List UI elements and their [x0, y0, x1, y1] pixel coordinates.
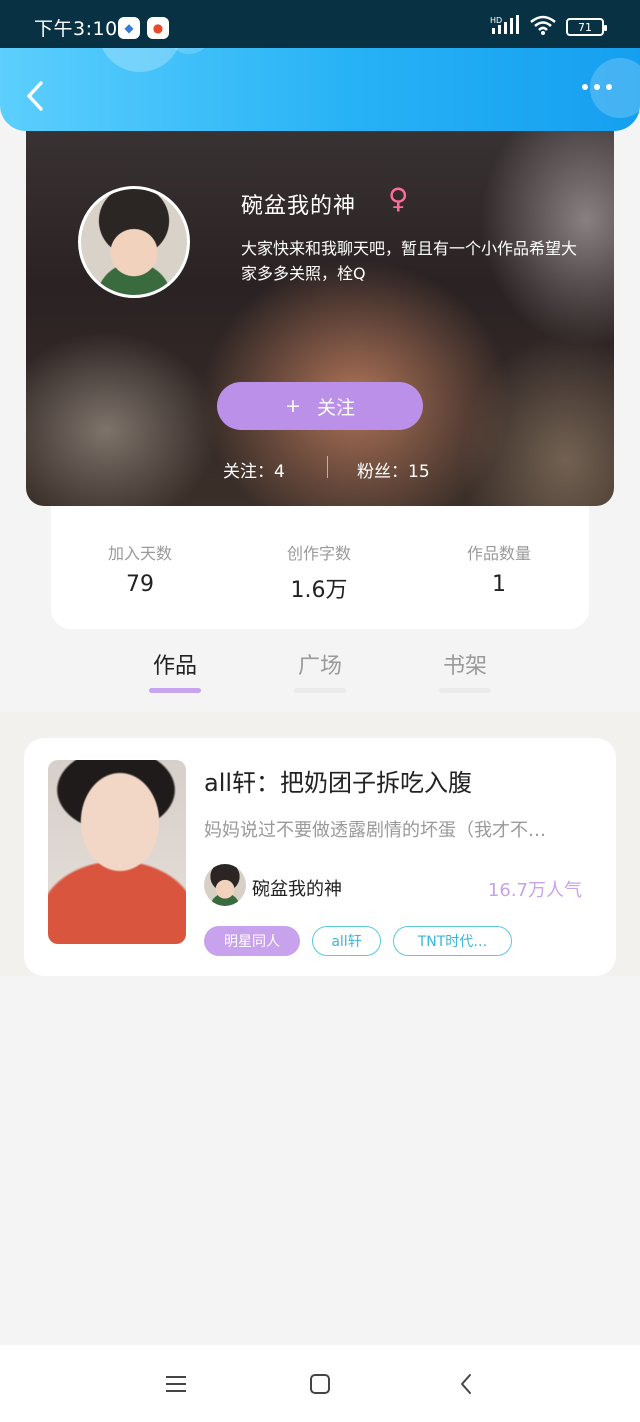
stat-label: 作品数量 [466, 544, 531, 563]
tab-bar: 作品 广场 书架 [0, 630, 640, 712]
app-notification-icon: ● [147, 17, 169, 39]
tag-chip[interactable]: all轩 [312, 926, 381, 956]
top-header [0, 48, 640, 131]
status-bar: 下午3:10 ◆ ● HD 71 [0, 0, 640, 48]
home-button[interactable] [304, 1368, 336, 1400]
following-count[interactable]: 关注：4 [223, 457, 285, 482]
plus-icon: + [285, 395, 301, 417]
app-notification-icon: ◆ [118, 17, 140, 39]
status-indicators: HD 71 [490, 15, 607, 39]
tab-square[interactable]: 广场 [275, 648, 365, 680]
stat-value: 1.6万 [290, 578, 348, 603]
chevron-left-icon [461, 1374, 471, 1394]
chevron-left-icon [27, 81, 43, 111]
system-nav-bar [0, 1345, 640, 1422]
stat-word-count: 创作字数 1.6万 [249, 540, 389, 604]
divider [327, 456, 328, 478]
user-bio: 大家快来和我聊天吧，暂且有一个小作品希望大家多多关照，栓Q [241, 239, 578, 283]
decorative-bubble [98, 48, 182, 72]
tag-chip[interactable]: TNT时代… [393, 926, 512, 956]
profile-hero: 碗盆我的神 ♀ 大家快来和我聊天吧，暂且有一个小作品希望大家多多关照，栓Q + … [26, 100, 614, 506]
battery-icon: 71 [566, 18, 607, 36]
author-name: 碗盆我的神 [252, 879, 342, 900]
square-icon [310, 1374, 330, 1394]
more-options-button[interactable] [582, 84, 612, 90]
more-dot [594, 84, 600, 90]
author-avatar [204, 864, 246, 906]
stat-works-count: 作品数量 1 [429, 540, 569, 597]
wifi-icon [530, 15, 556, 39]
system-back-button[interactable] [450, 1368, 482, 1400]
work-cover-image [48, 760, 186, 944]
work-description: 妈妈说过不要做透露剧情的坏蛋（我才不… [204, 820, 546, 841]
stat-value: 1 [492, 572, 506, 597]
network-type-label: HD [490, 16, 502, 25]
more-dot [606, 84, 612, 90]
stat-label: 创作字数 [286, 544, 351, 563]
work-title: all轩：把奶团子拆吃入腹 [204, 769, 473, 797]
follow-button-label: 关注 [316, 396, 355, 419]
more-dot [582, 84, 588, 90]
user-name: 碗盆我的神 [241, 194, 357, 219]
stat-label: 加入天数 [107, 544, 172, 563]
list-item[interactable]: all轩：把奶团子拆吃入腹 妈妈说过不要做透露剧情的坏蛋（我才不… 碗盆我的神 … [24, 738, 616, 976]
tab-indicator-active [149, 688, 201, 693]
signal-icon: HD [490, 15, 520, 39]
tab-indicator [294, 688, 346, 693]
recent-apps-button[interactable] [160, 1368, 192, 1400]
female-icon: ♀ [388, 182, 409, 215]
avatar[interactable] [78, 186, 190, 298]
tab-works[interactable]: 作品 [130, 648, 220, 680]
tab-indicator [439, 688, 491, 693]
stats-card: 加入天数 79 创作字数 1.6万 作品数量 1 [51, 490, 589, 629]
menu-icon [166, 1376, 186, 1392]
tab-bookshelf[interactable]: 书架 [420, 648, 510, 680]
popularity-count: 16.7万人气 [487, 880, 582, 901]
back-button[interactable] [22, 78, 48, 114]
tag-chip[interactable]: 明星同人 [204, 926, 300, 956]
fans-count[interactable]: 粉丝：15 [357, 457, 430, 482]
stat-value: 79 [126, 572, 154, 597]
stat-join-days: 加入天数 79 [70, 540, 210, 597]
follow-button[interactable]: + 关注 [217, 382, 423, 430]
status-time: 下午3:10 [34, 18, 118, 40]
